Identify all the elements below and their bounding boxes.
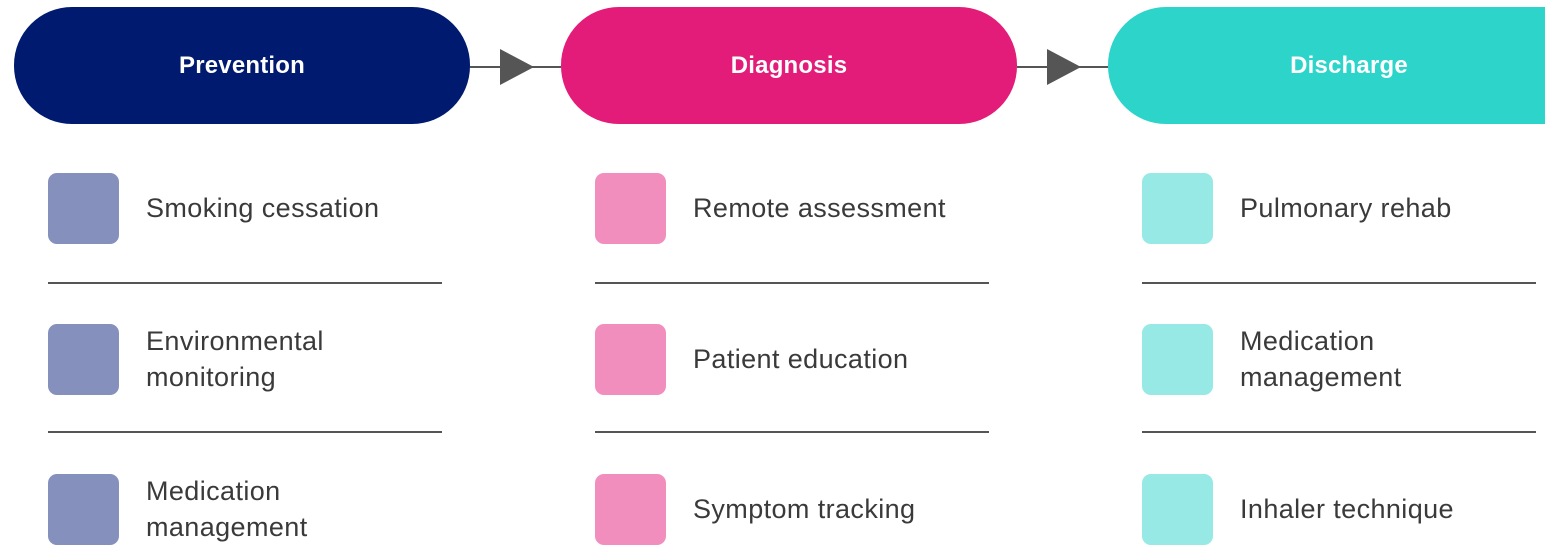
divider bbox=[48, 431, 442, 433]
list-item: Medication management bbox=[48, 473, 448, 545]
item-label: Smoking cessation bbox=[146, 193, 380, 223]
item-label: Medication management bbox=[146, 476, 308, 542]
list-item: Environmental monitoring bbox=[48, 323, 448, 395]
list-item: Remote assessment bbox=[595, 172, 995, 244]
stage-diagnosis: Diagnosis Remote assessment Patient educ… bbox=[561, 0, 1017, 545]
list-item: Symptom tracking bbox=[595, 473, 995, 545]
item-label: Patient education bbox=[693, 344, 909, 374]
stage-title: Discharge bbox=[1290, 51, 1408, 79]
bullet-square-icon bbox=[595, 473, 666, 545]
arrow-right-icon bbox=[470, 49, 561, 85]
bullet-square-icon bbox=[1142, 323, 1213, 395]
divider bbox=[48, 282, 442, 284]
bullet-square-icon bbox=[48, 323, 119, 395]
item-label: Medication management bbox=[1240, 326, 1402, 392]
item-label: Environmental monitoring bbox=[146, 326, 324, 392]
item-label: Remote assessment bbox=[693, 193, 946, 223]
list-item: Inhaler technique bbox=[1142, 473, 1542, 545]
bullet-square-icon bbox=[48, 473, 119, 545]
bullet-square-icon bbox=[1142, 473, 1213, 545]
item-label: Pulmonary rehab bbox=[1240, 193, 1452, 223]
bullet-square-icon bbox=[595, 172, 666, 244]
item-label: Symptom tracking bbox=[693, 494, 916, 524]
list-item: Smoking cessation bbox=[48, 172, 448, 244]
stage-header-diagnosis: Diagnosis bbox=[561, 7, 1017, 124]
stage-prevention: Prevention Smoking cessation Environment… bbox=[14, 0, 470, 545]
divider bbox=[1142, 282, 1536, 284]
bullet-square-icon bbox=[48, 172, 119, 244]
divider bbox=[595, 431, 989, 433]
divider bbox=[595, 282, 989, 284]
stage-header-discharge: Discharge bbox=[1108, 7, 1545, 124]
bullet-square-icon bbox=[595, 323, 666, 395]
stage-title: Diagnosis bbox=[730, 51, 848, 79]
list-item: Medication management bbox=[1142, 323, 1542, 395]
divider bbox=[1142, 431, 1536, 433]
stage-discharge: Discharge Pulmonary rehab Medication man… bbox=[1108, 0, 1545, 545]
item-label: Inhaler technique bbox=[1240, 494, 1454, 524]
list-item: Pulmonary rehab bbox=[1142, 172, 1542, 244]
stage-title: Prevention bbox=[178, 51, 306, 79]
list-item: Patient education bbox=[595, 323, 995, 395]
arrow-right-icon bbox=[1017, 49, 1108, 85]
bullet-square-icon bbox=[1142, 172, 1213, 244]
stage-header-prevention: Prevention bbox=[14, 7, 470, 124]
